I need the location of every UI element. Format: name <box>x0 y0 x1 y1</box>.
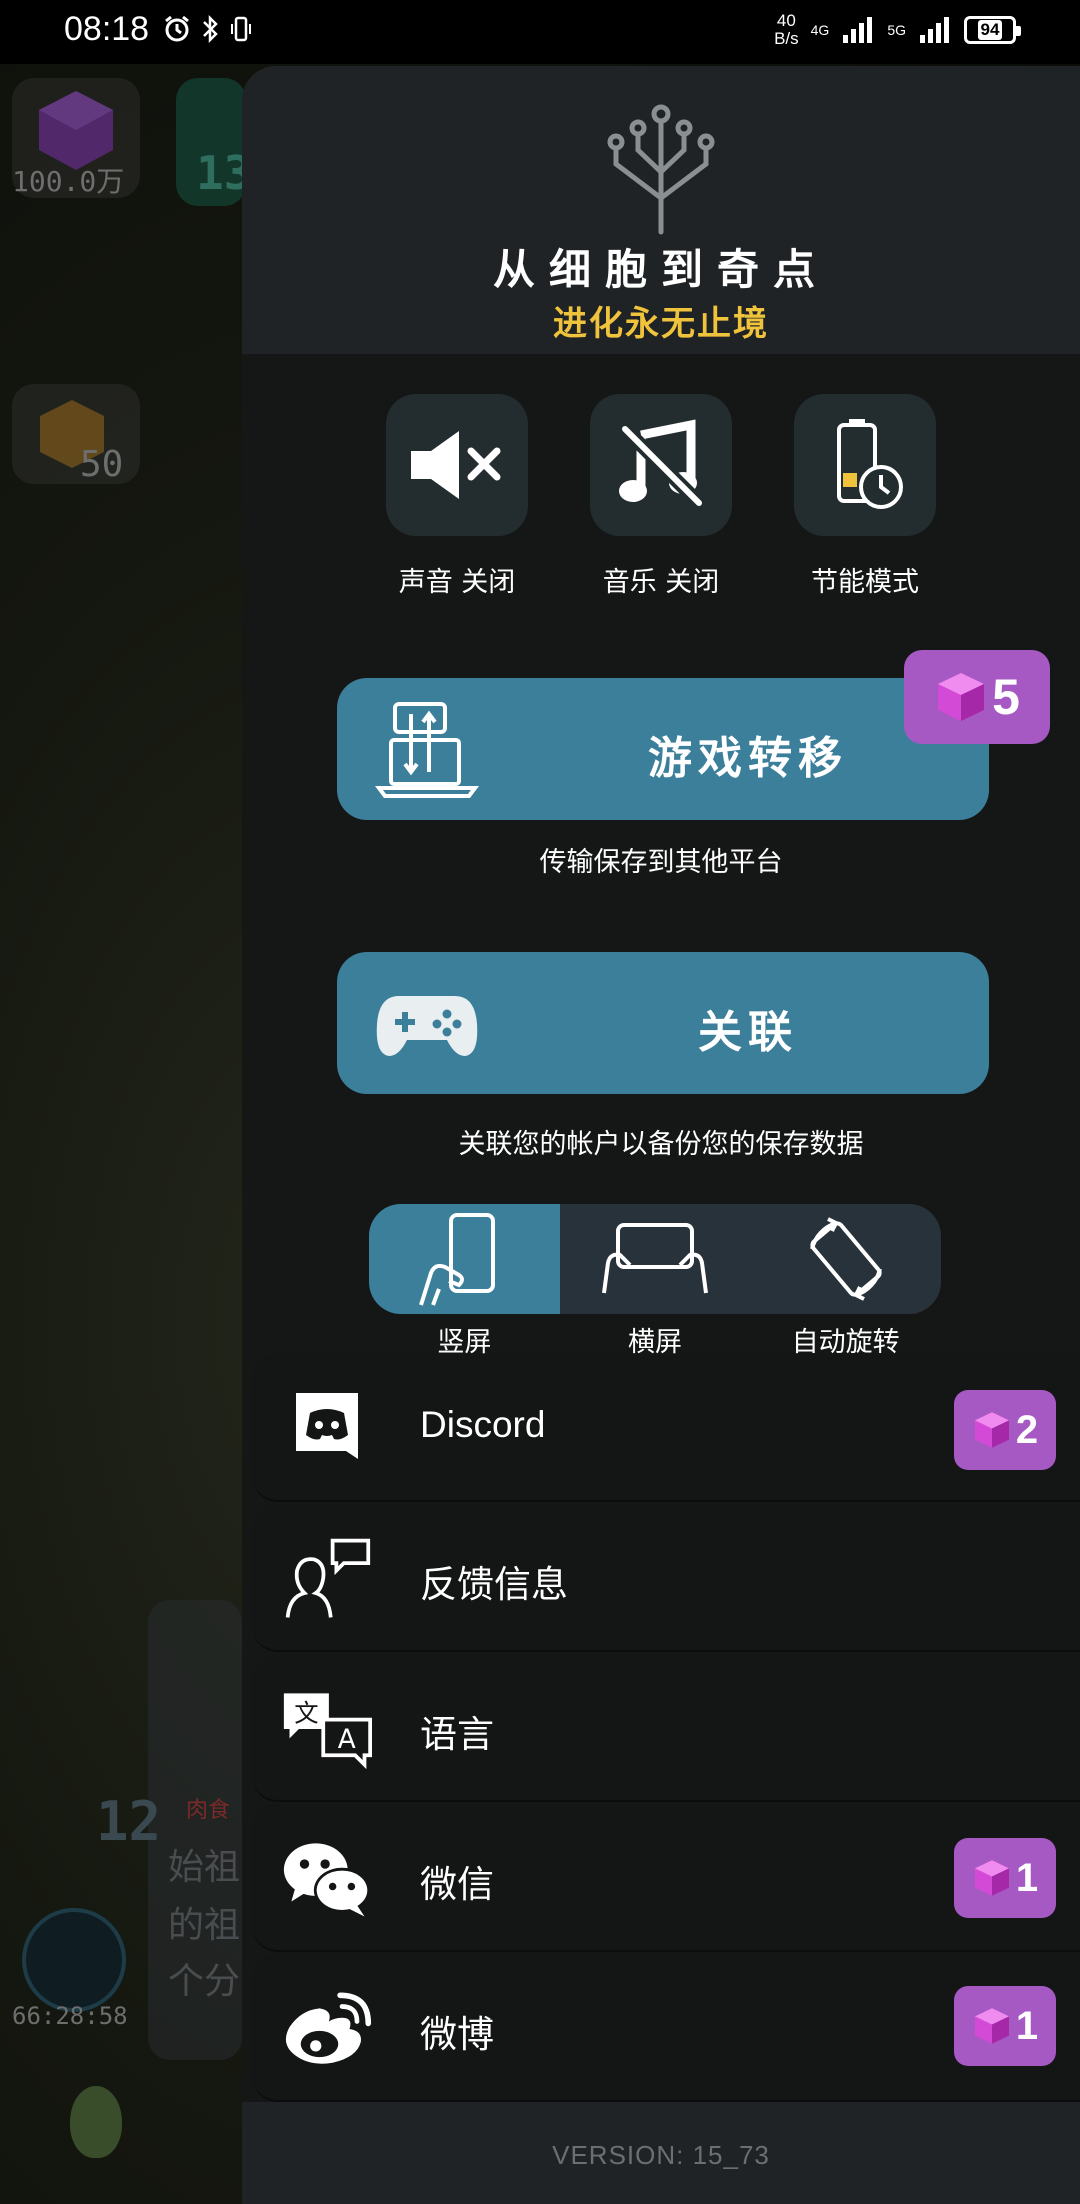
battery-icon: 94 <box>964 16 1021 44</box>
gems-amount: 100.0万 <box>12 165 125 198</box>
tree-logo-icon <box>607 104 715 235</box>
menu-label-language: 语言 <box>420 1713 494 1756</box>
portrait-option[interactable] <box>369 1204 560 1314</box>
gamepad-icon <box>376 996 478 1056</box>
cube-count: 50 <box>80 444 124 485</box>
menu-item-discord[interactable]: Discord 2 <box>252 1354 1080 1502</box>
transfer-gem-count: 5 <box>992 669 1020 725</box>
power-saving-toggle[interactable]: 节能模式 <box>794 394 936 599</box>
bluetooth-icon <box>203 14 218 44</box>
wechat-gem-count: 1 <box>1015 1855 1039 1900</box>
landscape-option[interactable] <box>560 1204 751 1314</box>
svg-text:文: 文 <box>294 1699 318 1728</box>
sound-toggle-label: 声音 关闭 <box>398 567 516 598</box>
discord-gem-count: 2 <box>1015 1407 1039 1452</box>
wechat-icon <box>282 1834 372 1924</box>
menu-label-feedback: 反馈信息 <box>420 1563 568 1606</box>
network-type-2: 5G <box>887 22 906 38</box>
creature-text-3: 个分 <box>168 1961 241 2002</box>
status-icons-right: 40 B/s 4G 5G 94 <box>774 11 1021 48</box>
signal-icon <box>843 17 873 43</box>
menu-item-feedback[interactable]: 反馈信息 <box>252 1504 1080 1652</box>
menu-list: Discord 2 反馈信息 文 A 语言 微信 1 微博 1 <box>252 1354 1080 2104</box>
link-account-button[interactable]: 关联 <box>337 952 989 1094</box>
version-label: VERSION: 15_73 <box>552 2140 770 2170</box>
discord-icon <box>282 1384 372 1474</box>
vibrate-icon <box>231 16 251 42</box>
power-saving-label: 节能模式 <box>811 567 919 598</box>
egg-icon <box>70 2086 122 2158</box>
portrait-phone-icon <box>419 1213 496 1306</box>
music-toggle-label: 音乐 关闭 <box>602 567 720 598</box>
link-account-label: 关联 <box>698 1007 798 1058</box>
creature-text-1: 始祖 <box>168 1847 241 1888</box>
gem-cube-icon <box>974 2008 1009 2044</box>
feedback-icon <box>282 1534 372 1624</box>
app-title: 从细胞到奇点 <box>492 245 829 294</box>
power-saving-button[interactable] <box>794 394 936 536</box>
network-type-1: 4G <box>810 22 830 38</box>
sound-toggle[interactable]: 声音 关闭 <box>386 394 528 599</box>
auto-rotate-option[interactable] <box>750 1204 941 1314</box>
status-time: 08:18 <box>64 10 150 48</box>
battery-saver-icon <box>837 419 903 509</box>
gem-cube-icon <box>974 1860 1009 1896</box>
weibo-gem-badge: 1 <box>954 1986 1056 2066</box>
settings-panel: 从细胞到奇点 进化永无止境 声音 关闭 音乐 关闭 节能模式 游戏转移 5 传输… <box>242 66 1080 2204</box>
svg-text:A: A <box>338 1725 356 1755</box>
panel-header: 从细胞到奇点 进化永无止境 <box>242 66 1080 354</box>
alarm-icon <box>165 15 189 42</box>
transfer-gem-badge: 5 <box>904 650 1050 744</box>
dino-foot-button <box>22 1908 126 2012</box>
status-icons-left <box>162 14 252 44</box>
speaker-muted-icon <box>411 431 501 499</box>
sound-toggle-button[interactable] <box>386 394 528 536</box>
timer: 66:28:58 <box>12 2002 128 2030</box>
discord-gem-badge: 2 <box>954 1390 1056 1470</box>
game-transfer-description: 传输保存到其他平台 <box>539 847 783 878</box>
menu-label-weibo: 微博 <box>420 2013 494 2056</box>
link-account-description: 关联您的帐户以备份您的保存数据 <box>458 1129 864 1160</box>
gem-cube-icon <box>974 1412 1009 1448</box>
music-off-icon <box>619 419 704 508</box>
menu-item-wechat[interactable]: 微信 1 <box>252 1804 1080 1952</box>
gem-cube-icon <box>938 673 985 721</box>
orientation-selector <box>369 1204 941 1314</box>
menu-item-language[interactable]: 文 A 语言 <box>252 1654 1080 1802</box>
weibo-gem-count: 1 <box>1015 2003 1039 2048</box>
transfer-device-icon <box>375 702 479 798</box>
menu-label-wechat: 微信 <box>420 1863 494 1906</box>
weibo-icon <box>282 1984 372 2074</box>
signal-icon-2 <box>920 17 949 43</box>
landscape-phone-icon <box>602 1223 708 1294</box>
level-bottom: 12 <box>96 1790 162 1853</box>
menu-item-weibo[interactable]: 微博 1 <box>252 1954 1080 2102</box>
creature-tag: 肉食 <box>186 1798 231 1823</box>
game-transfer-button[interactable]: 游戏转移 <box>337 678 989 820</box>
music-toggle[interactable]: 音乐 关闭 <box>590 394 732 599</box>
app-subtitle: 进化永无止境 <box>553 304 769 344</box>
network-speed: 40 B/s <box>774 11 799 48</box>
status-bar: 08:18 40 B/s 4G 5G 94 <box>0 0 1080 64</box>
auto-rotate-icon <box>809 1217 882 1301</box>
music-toggle-button[interactable] <box>590 394 732 536</box>
menu-label-discord: Discord <box>420 1404 546 1445</box>
language-icon: 文 A <box>282 1684 372 1774</box>
creature-text-2: 的祖 <box>168 1905 241 1946</box>
wechat-gem-badge: 1 <box>954 1838 1056 1918</box>
